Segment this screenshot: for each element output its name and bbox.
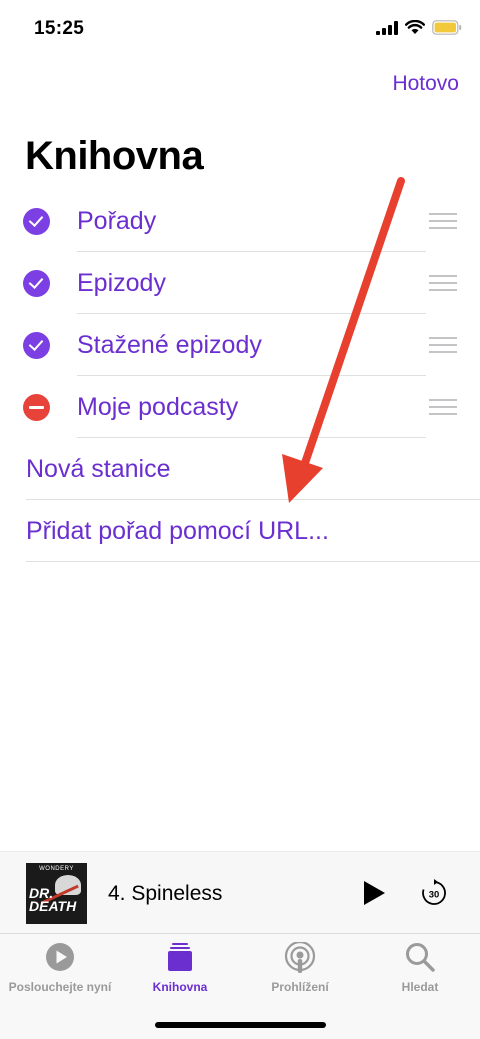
library-stack-icon — [168, 943, 192, 971]
add-show-by-url-link[interactable]: Přidat pořad pomocí URL... — [0, 500, 480, 562]
list-item-label: Moje podcasty — [77, 393, 239, 421]
new-station-link[interactable]: Nová stanice — [0, 438, 480, 500]
drag-handle-icon[interactable] — [429, 213, 457, 229]
home-indicator[interactable] — [155, 1022, 326, 1028]
episode-title[interactable]: 4. Spineless — [108, 882, 222, 906]
tab-label: Knihovna — [152, 980, 208, 994]
signal-bars-icon — [376, 20, 398, 35]
page-title: Knihovna — [25, 134, 204, 178]
status-icons — [376, 20, 462, 35]
drag-handle-icon[interactable] — [429, 275, 457, 291]
play-circle-icon — [46, 943, 74, 971]
tab-label: Prohlížení — [271, 980, 329, 994]
search-icon — [406, 943, 435, 972]
podcast-artwork[interactable]: WONDERY DR. DEATH — [26, 863, 87, 924]
artwork-title: DR. DEATH — [29, 885, 77, 914]
mini-player[interactable]: WONDERY DR. DEATH 4. Spineless 30 — [0, 851, 480, 933]
new-station-label: Nová stanice — [26, 455, 171, 483]
add-show-by-url-label: Přidat pořad pomocí URL... — [26, 517, 329, 545]
tab-search[interactable]: Hledat — [360, 934, 480, 1004]
remove-icon[interactable] — [23, 394, 50, 421]
skip-forward-30-icon[interactable]: 30 — [419, 878, 449, 908]
battery-icon — [432, 20, 462, 35]
drag-handle-icon[interactable] — [429, 399, 457, 415]
list-item-epizody[interactable]: Epizody — [0, 252, 480, 314]
list-item-stazene-epizody[interactable]: Stažené epizody — [0, 314, 480, 376]
tab-label: Poslouchejte nyní — [8, 980, 112, 994]
list-item-label: Pořady — [77, 207, 157, 235]
podcast-antenna-icon — [284, 942, 316, 973]
done-button[interactable]: Hotovo — [392, 72, 459, 96]
tab-listen-now[interactable]: Poslouchejte nyní — [0, 934, 120, 1004]
list-item-label: Epizody — [77, 269, 166, 297]
list-item-moje-podcasty[interactable]: Moje podcasty — [0, 376, 480, 438]
divider — [26, 561, 480, 562]
list-item-porady[interactable]: Pořady — [0, 190, 480, 252]
tab-browse[interactable]: Prohlížení — [240, 934, 360, 1004]
checkmark-icon[interactable] — [23, 270, 50, 297]
play-icon[interactable] — [362, 880, 386, 906]
skip-seconds-label: 30 — [429, 890, 440, 901]
drag-handle-icon[interactable] — [429, 337, 457, 353]
status-time: 15:25 — [34, 18, 85, 39]
wifi-icon — [405, 20, 425, 34]
artwork-brand: WONDERY — [39, 866, 74, 872]
status-bar: 15:25 — [0, 0, 480, 60]
checkmark-icon[interactable] — [23, 208, 50, 235]
list-item-label: Stažené epizody — [77, 331, 262, 359]
checkmark-icon[interactable] — [23, 332, 50, 359]
tab-library[interactable]: Knihovna — [120, 934, 240, 1004]
library-edit-list: Pořady Epizody Stažené epizody Moje podc… — [0, 190, 480, 562]
tab-label: Hledat — [401, 980, 439, 994]
